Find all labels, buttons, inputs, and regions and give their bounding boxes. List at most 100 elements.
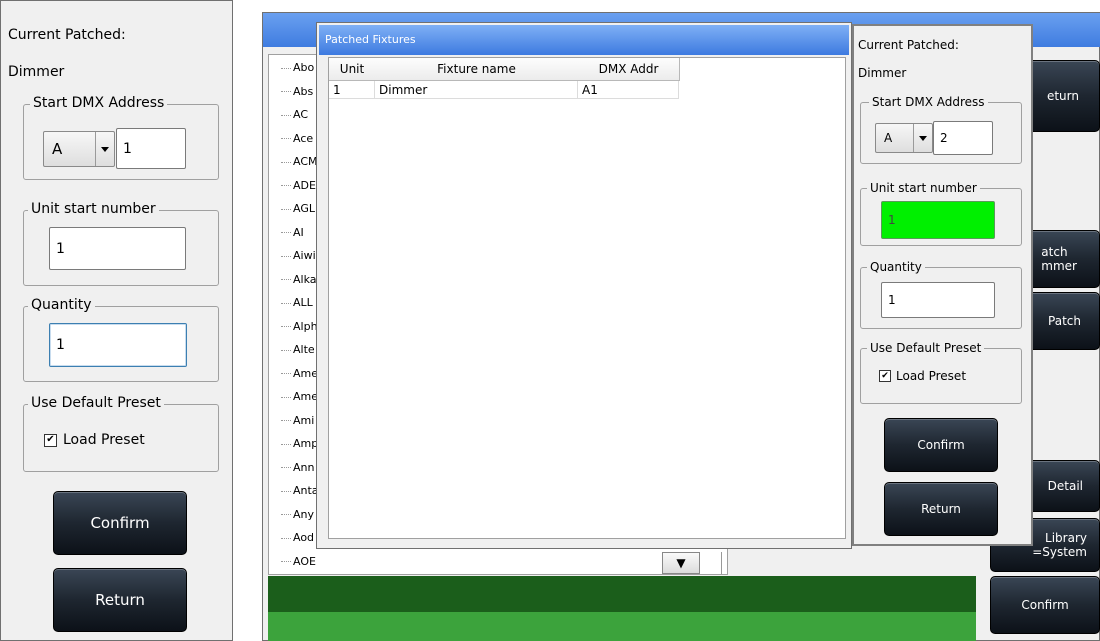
unit-start-group: Unit start number 1 <box>860 181 1022 246</box>
list-item-label: Amp <box>293 437 319 450</box>
column-header-dmx-addr[interactable]: DMX Addr <box>578 58 680 81</box>
list-item[interactable]: Ann <box>281 458 314 477</box>
tree-connector <box>281 138 291 139</box>
current-patched-label: Current Patched: <box>858 38 959 52</box>
list-item-label: ACM <box>293 155 318 168</box>
unit-start-input[interactable]: 1 <box>49 227 186 270</box>
list-item[interactable]: Ami <box>281 411 314 430</box>
list-item-label: AI <box>293 225 304 239</box>
list-item[interactable]: Abs <box>281 82 313 101</box>
universe-select[interactable]: A <box>875 123 933 153</box>
tree-connector <box>281 279 291 280</box>
quantity-input[interactable]: 1 <box>49 323 187 367</box>
list-item-label: ADE <box>293 178 316 192</box>
tree-connector <box>281 255 291 257</box>
cell-fixture-name: Dimmer <box>375 81 578 99</box>
return-button[interactable]: Return <box>53 568 187 632</box>
list-separator <box>721 552 722 574</box>
list-item-label: Abo <box>293 61 315 74</box>
list-item[interactable]: Anta <box>281 481 319 500</box>
list-item-label: Any <box>293 507 315 521</box>
tree-connector <box>281 349 291 351</box>
tree-connector <box>281 537 291 539</box>
tree-connector <box>281 396 291 398</box>
chevron-down-icon[interactable] <box>95 132 114 166</box>
list-item-label: Ame <box>293 366 319 380</box>
library-dropdown-button[interactable]: ▼ <box>662 552 700 574</box>
tree-connector <box>281 67 291 69</box>
confirm-button[interactable]: Confirm <box>53 491 187 555</box>
tree-connector <box>281 443 291 445</box>
current-patched-label: Current Patched: <box>8 27 126 43</box>
dropdown-arrow-icon: ▼ <box>676 556 686 570</box>
load-preset-label: Load Preset <box>63 432 145 448</box>
start-address-input[interactable]: 1 <box>116 128 186 169</box>
chevron-down-icon[interactable] <box>913 124 932 152</box>
list-item[interactable]: Ame <box>281 387 318 406</box>
load-preset-checkbox[interactable]: ✔ Load Preset <box>44 432 145 448</box>
checkmark-icon[interactable]: ✔ <box>44 433 57 447</box>
list-item-label: Alka <box>293 272 317 286</box>
cell-dmx-addr: A1 <box>578 81 679 99</box>
confirm-button[interactable]: Confirm <box>884 418 998 472</box>
list-item-label: AGL <box>293 202 315 215</box>
unit-start-input[interactable]: 1 <box>881 201 995 239</box>
tree-connector <box>281 514 291 515</box>
right-patch-panel: Current Patched: Dimmer Start DMX Addres… <box>852 24 1033 546</box>
column-header-fixture-name[interactable]: Fixture name <box>375 58 579 81</box>
list-item[interactable]: Aod <box>281 528 314 547</box>
list-item[interactable]: Any <box>281 505 314 524</box>
list-item-label: Alph <box>293 319 318 333</box>
unit-start-legend: Unit start number <box>28 201 159 217</box>
tree-connector <box>281 561 291 562</box>
tree-connector <box>281 373 291 374</box>
list-item[interactable]: AC <box>281 105 308 124</box>
universe-select[interactable]: A <box>43 131 115 167</box>
column-header-unit[interactable]: Unit <box>329 58 376 81</box>
load-preset-checkbox[interactable]: ✔ Load Preset <box>879 369 966 383</box>
start-dmx-legend: Start DMX Address <box>869 95 988 109</box>
list-item[interactable]: Alph <box>281 317 318 336</box>
default-preset-legend: Use Default Preset <box>867 341 985 355</box>
list-item[interactable]: Aiwi <box>281 246 316 265</box>
load-preset-label: Load Preset <box>896 369 967 383</box>
unit-start-group: Unit start number 1 <box>23 201 219 286</box>
list-item[interactable]: ADE <box>281 176 316 195</box>
list-item-label: ALL <box>293 296 313 309</box>
list-item-label: Abs <box>293 84 314 98</box>
list-item-label: Anta <box>293 484 319 497</box>
patched-dialog-title: Patched Fixtures <box>325 33 416 46</box>
list-item[interactable]: AI <box>281 223 304 242</box>
bg-confirm-button[interactable]: Confirm <box>990 576 1100 634</box>
quantity-group: Quantity 1 <box>23 297 219 382</box>
list-item[interactable]: ACM <box>281 152 318 171</box>
list-item-label: Alte <box>293 343 315 356</box>
default-preset-group: Use Default Preset ✔ Load Preset <box>23 395 219 472</box>
list-item-label: Ann <box>293 460 315 474</box>
list-item-label: Aiwi <box>293 249 316 262</box>
start-address-input[interactable]: 2 <box>933 121 993 155</box>
list-item[interactable]: AGL <box>281 199 315 218</box>
bottom-status-dark <box>268 576 976 612</box>
tree-connector <box>281 326 291 327</box>
tree-connector <box>281 467 291 468</box>
list-item[interactable]: ALL <box>281 293 313 312</box>
return-button[interactable]: Return <box>884 482 998 536</box>
default-preset-legend: Use Default Preset <box>28 395 164 411</box>
tree-connector <box>281 114 291 116</box>
cell-unit: 1 <box>329 81 375 99</box>
list-item[interactable]: AOE <box>281 552 316 571</box>
tree-connector <box>281 161 291 163</box>
current-fixture-name: Dimmer <box>858 66 907 80</box>
list-item[interactable]: Abo <box>281 58 314 77</box>
list-item[interactable]: Ace <box>281 129 313 148</box>
list-item[interactable]: Alka <box>281 270 317 289</box>
list-item[interactable]: Ame <box>281 364 318 383</box>
tree-connector <box>281 420 291 421</box>
list-item[interactable]: Amp <box>281 434 318 453</box>
left-patch-panel: Current Patched: Dimmer Start DMX Addres… <box>0 0 233 641</box>
list-item-label: AC <box>293 108 309 121</box>
quantity-input[interactable]: 1 <box>881 282 995 318</box>
checkmark-icon[interactable]: ✔ <box>879 370 891 382</box>
list-item[interactable]: Alte <box>281 340 315 359</box>
